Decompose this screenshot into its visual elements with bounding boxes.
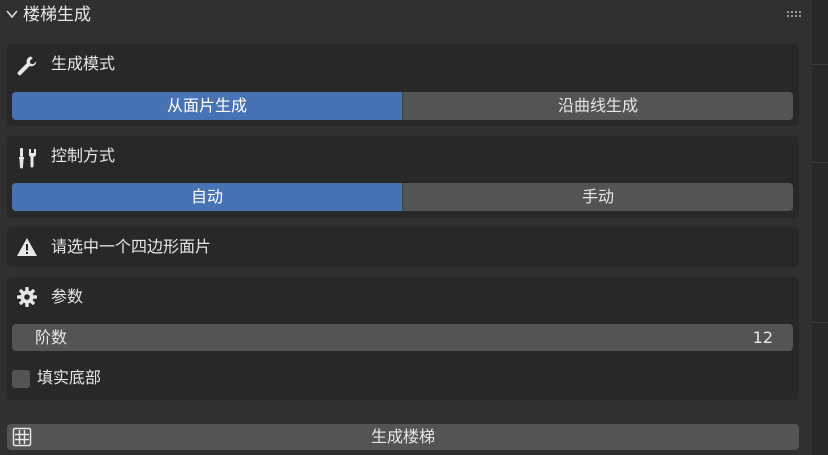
option-manual[interactable]: 手动	[402, 183, 793, 211]
params-header: 参数	[7, 277, 799, 317]
panel-header[interactable]: 楼梯生成	[0, 0, 812, 30]
option-along-curve[interactable]: 沿曲线生成	[402, 92, 793, 120]
drag-grip-icon[interactable]	[786, 10, 802, 18]
control-mode-selector[interactable]: 自动 手动	[12, 183, 793, 211]
control-mode-header: 控制方式	[7, 136, 799, 176]
generation-mode-selector[interactable]: 从面片生成 沿曲线生成	[12, 92, 793, 120]
steps-label: 阶数	[35, 328, 68, 347]
wrench-icon	[17, 56, 37, 76]
panel-title: 楼梯生成	[23, 5, 91, 25]
editor-edge-strip	[812, 0, 828, 455]
tools-icon	[19, 148, 37, 169]
warning-text: 请选中一个四边形面片	[51, 237, 212, 256]
option-auto[interactable]: 自动	[12, 183, 402, 211]
steps-field[interactable]: 阶数 12	[12, 324, 793, 351]
gear-icon	[17, 287, 37, 307]
fill-bottom-label[interactable]: 填实底部	[37, 367, 101, 389]
generation-mode-label: 生成模式	[51, 54, 116, 73]
steps-value[interactable]: 12	[753, 326, 773, 349]
control-mode-label: 控制方式	[51, 146, 116, 165]
warning-box: 请选中一个四边形面片	[7, 227, 799, 267]
warning-icon	[17, 238, 37, 256]
chevron-down-icon[interactable]	[6, 9, 18, 19]
generate-stairs-button[interactable]: 生成楼梯	[7, 424, 799, 450]
params-label: 参数	[51, 287, 84, 306]
generation-mode-header: 生成模式	[7, 44, 799, 84]
option-from-face[interactable]: 从面片生成	[12, 92, 402, 120]
generate-stairs-label: 生成楼梯	[370, 427, 435, 446]
fill-bottom-checkbox[interactable]	[12, 370, 30, 388]
generation-mode-box: 生成模式 从面片生成 沿曲线生成	[7, 44, 799, 126]
params-box: 参数 阶数 12 填实底部	[7, 277, 799, 400]
control-mode-box: 控制方式 自动 手动	[7, 136, 799, 218]
